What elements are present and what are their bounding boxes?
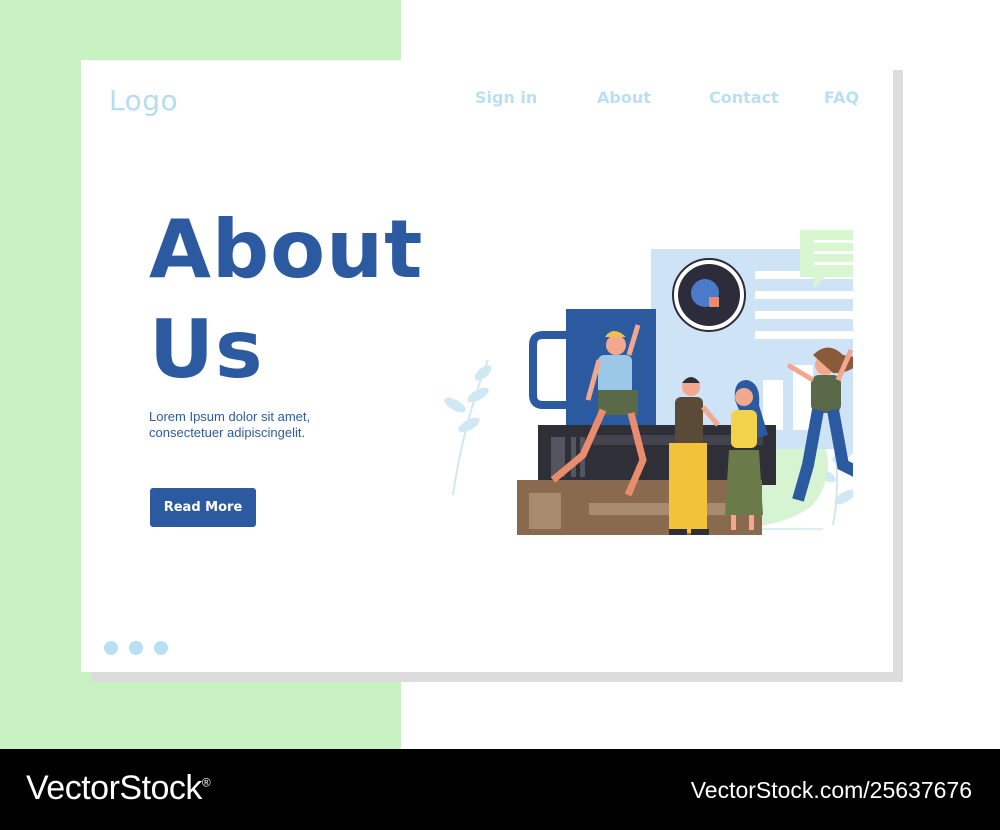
landing-page-card: Logo Sign in About Contact FAQ About Us … bbox=[81, 60, 893, 672]
watermark-footer: VectorStock® VectorStock.com/25637676 bbox=[0, 749, 1000, 830]
read-more-button[interactable]: Read More bbox=[150, 488, 256, 527]
nav-faq[interactable]: FAQ bbox=[824, 88, 859, 107]
carousel-dot[interactable] bbox=[104, 641, 118, 655]
title-line-1: About bbox=[149, 203, 424, 296]
carousel-dot[interactable] bbox=[129, 641, 143, 655]
carousel-dots bbox=[104, 641, 168, 655]
title-line-2: Us bbox=[149, 303, 264, 396]
nav-contact[interactable]: Contact bbox=[709, 88, 779, 107]
nav-sign-in[interactable]: Sign in bbox=[475, 88, 537, 107]
nav-about[interactable]: About bbox=[597, 88, 651, 107]
leaf-branch-left bbox=[444, 359, 492, 496]
registered-mark: ® bbox=[201, 775, 211, 790]
footer-brand-text: VectorStock bbox=[26, 769, 202, 807]
footer-brand: VectorStock® bbox=[26, 769, 211, 808]
carousel-dot[interactable] bbox=[154, 641, 168, 655]
description-line-1: Lorem Ipsum dolor sit amet, bbox=[149, 409, 311, 424]
hero-description: Lorem Ipsum dolor sit amet, consectetuer… bbox=[149, 409, 389, 441]
top-nav: Sign in About Contact FAQ bbox=[81, 88, 893, 112]
description-line-2: consectetuer adipiscingelit. bbox=[149, 425, 306, 440]
team-illustration bbox=[444, 230, 853, 535]
page-title: About Us bbox=[149, 200, 423, 400]
footer-url: VectorStock.com/25637676 bbox=[690, 777, 972, 803]
